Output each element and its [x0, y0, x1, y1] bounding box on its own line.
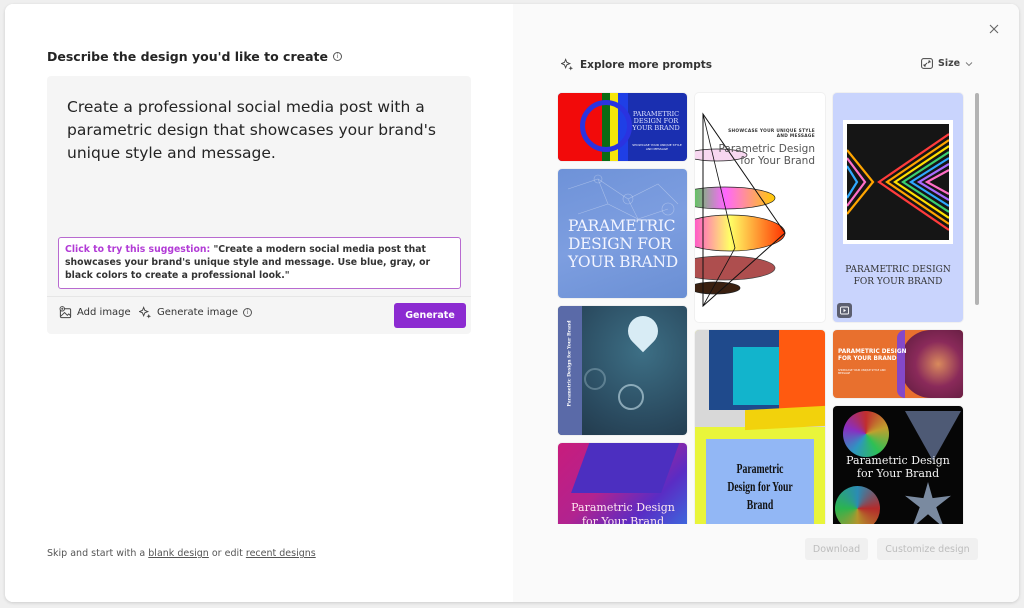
skip-note: Skip and start with a blank design or ed…	[47, 548, 316, 559]
color-cone-graphic	[695, 112, 786, 308]
template-card[interactable]: Parametric Design for Your Brand	[558, 306, 687, 435]
location-pin-icon	[621, 309, 665, 353]
template-card[interactable]: Parametric Design for Your Brand	[695, 330, 825, 524]
explore-prompts-label: Explore more prompts	[580, 58, 712, 71]
template-card[interactable]: Parametric Design for Your Brand	[558, 443, 687, 524]
video-badge	[837, 303, 852, 318]
create-design-dialog: Describe the design you'd like to create…	[5, 4, 1019, 602]
template-title: Parametric Design for Your Brand	[571, 501, 675, 524]
info-icon[interactable]: i	[332, 52, 342, 61]
template-title: Parametric Design for Your Brand	[727, 461, 793, 512]
prompt-input-area[interactable]: Create a professional social media post …	[47, 76, 471, 334]
template-card[interactable]: PARAMETRIC DESIGN FOR YOUR BRAND SHOWCAS…	[558, 93, 687, 161]
skip-note-middle: or edit	[208, 548, 246, 559]
resize-icon	[921, 58, 933, 69]
info-icon[interactable]: i	[243, 308, 253, 317]
template-subtitle: SHOWCASE YOUR UNIQUE STYLE AND MESSAGE	[838, 369, 886, 375]
gallery-scrollbar[interactable]	[975, 93, 979, 305]
page-title: Describe the design you'd like to create…	[47, 49, 342, 64]
prompt-input[interactable]: Create a professional social media post …	[67, 96, 447, 165]
blank-design-link[interactable]: blank design	[148, 548, 209, 559]
template-title: PARAMETRIC DESIGN FOR YOUR BRAND	[845, 265, 951, 287]
template-title: PARAMETRIC DESIGN FOR YOUR BRAND	[568, 217, 678, 271]
template-title: Parametric Design for Your Brand	[718, 143, 815, 167]
skip-note-prefix: Skip and start with a	[47, 548, 149, 559]
template-title: PARAMETRIC DESIGN FOR YOUR BRAND	[632, 110, 680, 132]
download-button[interactable]: Download	[805, 538, 868, 560]
template-subtitle: SHOWCASE YOUR UNIQUE STYLE AND MESSAGE	[728, 129, 815, 139]
template-gallery: PARAMETRIC DESIGN FOR YOUR BRAND SHOWCAS…	[557, 90, 977, 524]
prompt-toolbar: Add image Generate image i Generate	[47, 296, 471, 334]
template-subtitle: SHOWCASE YOUR UNIQUE STYLE AND MESSAGE	[632, 143, 682, 151]
add-image-button[interactable]: Add image	[59, 306, 131, 319]
explore-prompts-button[interactable]: Explore more prompts	[561, 58, 712, 71]
template-card[interactable]: PARAMETRIC DESIGN FOR YOUR BRAND	[833, 93, 963, 322]
template-title: Parametric Design for Your Brand	[846, 454, 950, 480]
page-title-text: Describe the design you'd like to create	[47, 49, 328, 64]
play-icon	[840, 306, 849, 315]
sparkle-icon	[139, 306, 152, 319]
template-title: PARAMETRIC DESIGN FOR YOUR BRAND	[838, 349, 907, 362]
template-card[interactable]: SHOWCASE YOUR UNIQUE STYLE AND MESSAGE P…	[695, 93, 825, 322]
template-card[interactable]: Parametric Design for Your Brand	[833, 406, 963, 524]
template-card[interactable]: PARAMETRIC DESIGN FOR YOUR BRAND	[558, 169, 687, 298]
close-icon[interactable]	[987, 22, 1001, 36]
suggestion-lead: Click to try this suggestion:	[65, 244, 211, 255]
recent-designs-link[interactable]: recent designs	[246, 548, 316, 559]
template-card[interactable]: PARAMETRIC DESIGN FOR YOUR BRAND SHOWCAS…	[833, 330, 963, 398]
customize-design-button[interactable]: Customize design	[877, 538, 978, 560]
template-title: Parametric Design for Your Brand	[567, 320, 573, 407]
image-add-icon	[59, 306, 72, 319]
prompt-panel: Describe the design you'd like to create…	[5, 4, 513, 602]
size-dropdown[interactable]: Size	[921, 58, 973, 69]
sparkle-icon	[561, 58, 574, 71]
add-image-label: Add image	[77, 307, 131, 318]
chevron-down-icon	[965, 61, 973, 66]
size-label: Size	[938, 58, 961, 69]
suggestion-chip[interactable]: Click to try this suggestion: "Create a …	[58, 237, 461, 289]
generate-button[interactable]: Generate	[394, 303, 466, 328]
generate-image-button[interactable]: Generate image i	[139, 306, 253, 319]
rainbow-chevron-graphic	[847, 133, 949, 231]
generate-image-label: Generate image	[157, 307, 239, 318]
gallery-panel: Explore more prompts Size PARAMETRIC DES…	[513, 4, 1019, 602]
